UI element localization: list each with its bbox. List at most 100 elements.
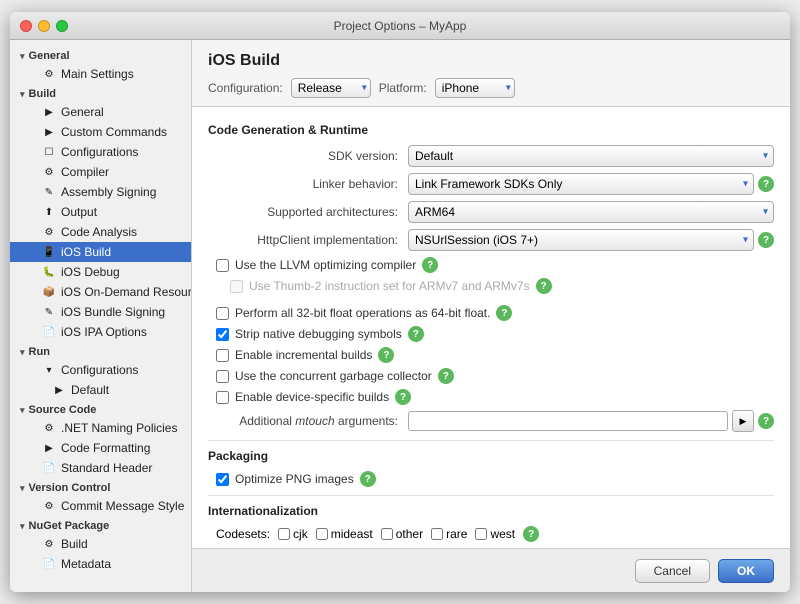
main-header: iOS Build Configuration: Release Platfor…	[192, 40, 790, 107]
mideast-checkbox[interactable]	[316, 528, 328, 540]
mtouch-label: Additional mtouch arguments:	[208, 414, 408, 428]
codeset-other[interactable]: other	[381, 527, 423, 541]
doc-icon: 📄	[42, 557, 56, 571]
sidebar-item-main-settings[interactable]: ⚙ Main Settings	[10, 64, 191, 84]
llvm-label: Use the LLVM optimizing compiler	[235, 258, 416, 272]
float-checkbox[interactable]	[216, 307, 229, 320]
mtouch-row: Additional mtouch arguments: ▶ ?	[208, 410, 774, 432]
sidebar-item-custom-commands[interactable]: ▶ Custom Commands	[10, 122, 191, 142]
sidebar-item-run-default[interactable]: ▶ Default	[10, 380, 191, 400]
sidebar-item-ios-debug[interactable]: 🐛 iOS Debug	[10, 262, 191, 282]
doc-icon: 📄	[42, 325, 56, 339]
linker-select[interactable]: Link Framework SDKs Only	[408, 173, 754, 195]
sidebar-item-commit-message[interactable]: ⚙ Commit Message Style	[10, 496, 191, 516]
chevron-down-icon: ▾	[20, 483, 25, 494]
minimize-button[interactable]	[38, 20, 50, 32]
optimize-png-help-icon[interactable]: ?	[360, 471, 376, 487]
sidebar-item-ios-bundle-signing[interactable]: ✎ iOS Bundle Signing	[10, 302, 191, 322]
chevron-down-icon: ▾	[20, 89, 25, 100]
sidebar-item-ios-ipa[interactable]: 📄 iOS IPA Options	[10, 322, 191, 342]
packaging-divider	[208, 440, 774, 441]
thumb2-help-icon[interactable]: ?	[536, 278, 552, 294]
gc-help-icon[interactable]: ?	[438, 368, 454, 384]
chevron-down-icon: ▾	[20, 347, 25, 358]
codeset-mideast[interactable]: mideast	[316, 527, 373, 541]
sidebar-item-standard-header[interactable]: 📄 Standard Header	[10, 458, 191, 478]
play-icon: ▶	[42, 105, 56, 119]
cjk-checkbox[interactable]	[278, 528, 290, 540]
sdk-label: SDK version:	[208, 149, 408, 163]
codeset-west[interactable]: west	[475, 527, 515, 541]
sidebar-item-assembly-signing[interactable]: ✎ Assembly Signing	[10, 182, 191, 202]
optimize-png-row: Optimize PNG images ?	[208, 471, 774, 487]
device-specific-help-icon[interactable]: ?	[395, 389, 411, 405]
i18n-help-icon[interactable]: ?	[523, 526, 539, 542]
gc-checkbox[interactable]	[216, 370, 229, 383]
gc-label: Use the concurrent garbage collector	[235, 369, 432, 383]
sidebar-item-build-general[interactable]: ▶ General	[10, 102, 191, 122]
linker-help-icon[interactable]: ?	[758, 176, 774, 192]
http-help-icon[interactable]: ?	[758, 232, 774, 248]
titlebar: Project Options – MyApp	[10, 12, 790, 40]
close-button[interactable]	[20, 20, 32, 32]
strip-row: Strip native debugging symbols ?	[208, 326, 774, 342]
checkbox-icon: ☐	[42, 145, 56, 159]
other-checkbox[interactable]	[381, 528, 393, 540]
sign-icon: ✎	[42, 185, 56, 199]
mtouch-run-button[interactable]: ▶	[732, 410, 754, 432]
i18n-title: Internationalization	[208, 504, 774, 518]
codeset-cjk[interactable]: cjk	[278, 527, 308, 541]
main-panel: iOS Build Configuration: Release Platfor…	[192, 40, 790, 592]
play-icon: ▶	[42, 441, 56, 455]
sidebar-item-code-formatting[interactable]: ▶ Code Formatting	[10, 438, 191, 458]
sidebar-item-ios-build[interactable]: 📱 iOS Build	[10, 242, 191, 262]
gear-icon: ⚙	[42, 225, 56, 239]
sdk-select[interactable]: Default	[408, 145, 774, 167]
mtouch-input[interactable]	[408, 411, 728, 431]
mtouch-help-icon[interactable]: ?	[758, 413, 774, 429]
sidebar-item-nuget-build[interactable]: ⚙ Build	[10, 534, 191, 554]
sidebar-item-ios-ondemand[interactable]: 📦 iOS On-Demand Resources	[10, 282, 191, 302]
sidebar-item-naming-policies[interactable]: ⚙ .NET Naming Policies	[10, 418, 191, 438]
incremental-checkbox[interactable]	[216, 349, 229, 362]
strip-checkbox[interactable]	[216, 328, 229, 341]
incremental-help-icon[interactable]: ?	[378, 347, 394, 363]
strip-help-icon[interactable]: ?	[408, 326, 424, 342]
device-specific-checkbox[interactable]	[216, 391, 229, 404]
maximize-button[interactable]	[56, 20, 68, 32]
ok-button[interactable]: OK	[718, 559, 774, 583]
sign-icon: ✎	[42, 305, 56, 319]
sidebar-item-configurations[interactable]: ☐ Configurations	[10, 142, 191, 162]
footer: Cancel OK	[192, 548, 790, 592]
llvm-help-icon[interactable]: ?	[422, 257, 438, 273]
codesets-label: Codesets:	[216, 527, 270, 541]
optimize-png-checkbox[interactable]	[216, 473, 229, 486]
gear-icon: ⚙	[42, 67, 56, 81]
http-select[interactable]: NSUrlSession (iOS 7+)	[408, 229, 754, 251]
west-checkbox[interactable]	[475, 528, 487, 540]
arch-select-wrapper: ARM64	[408, 201, 774, 223]
sdk-row: SDK version: Default	[208, 145, 774, 167]
arch-select[interactable]: ARM64	[408, 201, 774, 223]
float-help-icon[interactable]: ?	[496, 305, 512, 321]
device-specific-row: Enable device-specific builds ?	[208, 389, 774, 405]
sidebar-item-run-configurations[interactable]: ▾ Configurations	[10, 360, 191, 380]
rare-checkbox[interactable]	[431, 528, 443, 540]
sidebar-item-nuget-metadata[interactable]: 📄 Metadata	[10, 554, 191, 574]
sidebar-item-code-analysis[interactable]: ⚙ Code Analysis	[10, 222, 191, 242]
doc-icon: 📄	[42, 461, 56, 475]
code-gen-title: Code Generation & Runtime	[208, 123, 774, 137]
sidebar-item-output[interactable]: ⬆ Output	[10, 202, 191, 222]
sidebar-section-build: ▾ Build	[10, 84, 191, 102]
device-specific-label: Enable device-specific builds	[235, 390, 389, 404]
sdk-select-wrapper: Default	[408, 145, 774, 167]
codeset-rare[interactable]: rare	[431, 527, 467, 541]
thumb2-checkbox[interactable]	[230, 280, 243, 293]
cancel-button[interactable]: Cancel	[635, 559, 710, 583]
platform-select[interactable]: iPhone	[435, 78, 515, 98]
sidebar-item-compiler[interactable]: ⚙ Compiler	[10, 162, 191, 182]
llvm-checkbox[interactable]	[216, 259, 229, 272]
llvm-row: Use the LLVM optimizing compiler ?	[208, 257, 774, 273]
http-row: HttpClient implementation: NSUrlSession …	[208, 229, 774, 251]
configuration-select[interactable]: Release	[291, 78, 371, 98]
